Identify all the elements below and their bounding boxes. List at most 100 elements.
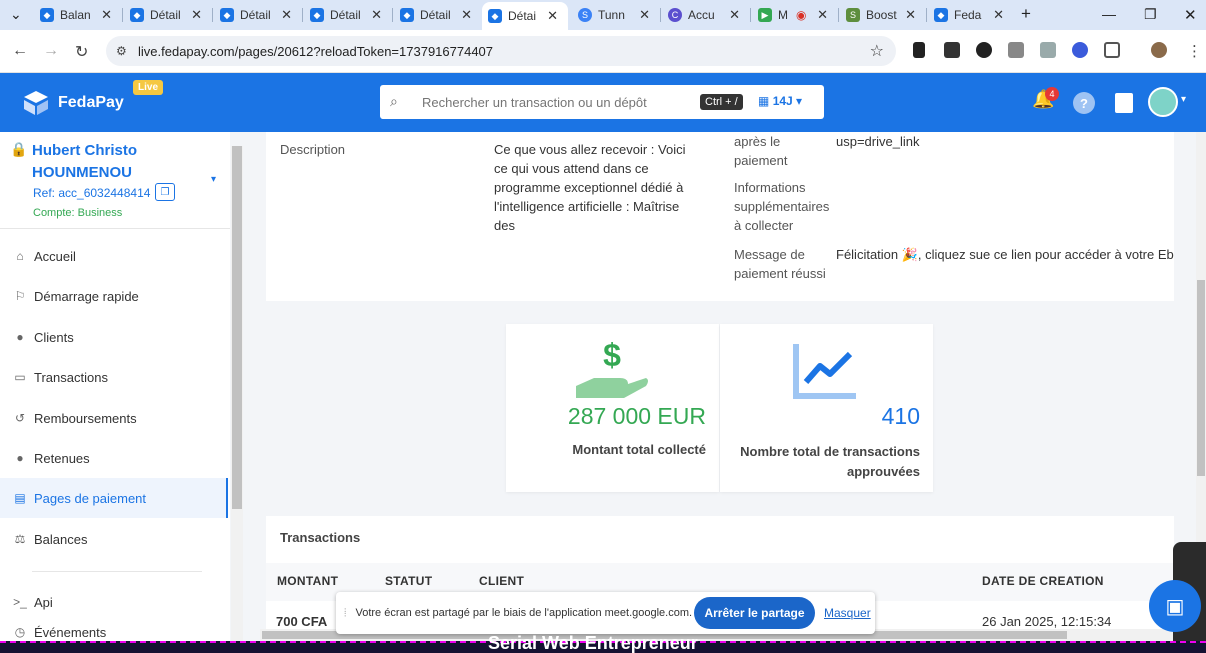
browser-tab[interactable]: ◆ Balan ✕ [34,0,122,30]
camera-extension-icon[interactable] [1008,42,1024,58]
sidebar-item-balances[interactable]: ⚖ Balances [0,519,228,559]
browser-tab[interactable]: ◆ Détail ✕ [304,0,392,30]
terminal-icon: >_ [13,595,27,609]
drag-handle-icon[interactable]: ⦙ [344,607,346,620]
period-selector[interactable]: ▦ 14J ▾ [758,94,802,108]
search-icon: ⌕ [390,93,398,109]
c-extension-icon[interactable] [1072,42,1088,58]
page-scroll-thumb[interactable] [1197,280,1205,476]
close-icon[interactable]: ✕ [281,7,292,23]
copy-icon[interactable]: ❐ [155,183,175,201]
close-icon[interactable]: ✕ [729,7,740,23]
browser-tab[interactable]: ◆ Feda ✕ [928,0,1014,30]
sidebar-item-api[interactable]: >_ Api [0,582,228,622]
sidebar-item-retenues[interactable]: ● Retenues [0,438,228,478]
pen-extension-icon[interactable] [913,42,925,58]
after-payment-label: après le paiement [734,134,788,168]
browser-tab[interactable]: ◆ Détail ✕ [394,0,482,30]
success-message-value: Félicitation 🎉, cliquez sue ce lien pour… [836,247,1174,262]
total-transactions-label: Nombre total de transactions approuvées [740,444,920,479]
browser-tab[interactable]: ▶ M ◉ ✕ [752,0,838,30]
home-icon: ⌂ [16,249,24,263]
money-icon: ▭ [14,370,26,384]
sidebar-item-clients[interactable]: ● Clients [0,317,228,357]
notification-badge: 4 [1045,87,1059,101]
browser-tab[interactable]: S Tunn ✕ [572,0,660,30]
minimize-icon[interactable]: — [1102,6,1116,22]
restore-icon[interactable]: ❐ [1144,6,1157,23]
close-icon[interactable]: ✕ [905,7,916,23]
column-client[interactable]: CLIENT [479,574,524,588]
site-settings-icon[interactable]: ⚙ [116,44,127,58]
column-statut[interactable]: STATUT [385,574,432,588]
sidebar-item-demarrage[interactable]: ⚐ Démarrage rapide [0,276,228,316]
transactions-title: Transactions [280,530,361,545]
sidebar-item-evenements[interactable]: ◷ Événements [0,622,228,642]
browser-tab[interactable]: C Accu ✕ [662,0,750,30]
calendar-icon: ▦ [758,94,770,108]
help-icon[interactable]: ? [1073,92,1095,114]
chevron-down-icon[interactable]: ▾ [211,174,216,185]
browser-tab[interactable]: ◆ Détail ✕ [124,0,212,30]
extra-info-label: Informations supplémentaires à collecter [734,180,830,233]
account-switcher[interactable]: 🔒 Hubert Christo HOUNMENOU Ref: acc_6032… [0,132,230,229]
overlay-banner: Serial Web Entrepreneur [0,633,1206,653]
sidebar-divider [32,571,202,572]
address-bar[interactable]: ⚙ live.fedapay.com/pages/20612?reloadTok… [106,36,896,66]
docs-icon[interactable] [1115,93,1133,113]
search-input[interactable] [422,94,692,110]
sidebar-item-remboursements[interactable]: ↺ Remboursements [0,398,228,438]
tab-search-icon[interactable]: ⌄ [10,6,22,23]
fedapay-icon: ◆ [220,8,234,22]
app-header: FedaPay Live ⌕ Ctrl + / ▦ 14J ▾ 🔔 4 ? ▾ [0,73,1206,132]
refund-icon: ↺ [14,411,26,425]
browser-tab-active[interactable]: ◆ Détai ✕ [482,2,568,30]
fedapay-icon: ◆ [40,8,54,22]
close-icon[interactable]: ✕ [191,7,202,23]
close-icon[interactable]: ✕ [817,7,828,23]
sidebar-item-accueil[interactable]: ⌂ Accueil [0,236,228,276]
fedapay-icon: ◆ [130,8,144,22]
close-icon[interactable]: ✕ [993,7,1004,23]
k-extension-icon[interactable] [976,42,992,58]
user-avatar[interactable] [1148,87,1178,117]
sidebar-item-pages-paiement[interactable]: ▤ Pages de paiement [0,478,228,518]
window-close-icon[interactable]: ✕ [1184,6,1197,24]
sidebar-item-transactions[interactable]: ▭ Transactions [0,357,228,397]
close-icon[interactable]: ✕ [461,7,472,23]
new-tab-icon[interactable]: + [1021,4,1031,24]
extensions-puzzle-icon[interactable] [1104,42,1120,58]
column-date[interactable]: DATE DE CREATION [982,574,1104,588]
profile-avatar[interactable] [1151,42,1167,58]
chat-icon[interactable]: ▣ [1149,580,1201,632]
total-transactions-card: 410 Nombre total de transactions approuv… [720,324,933,492]
browser-tab[interactable]: ◆ Détail ✕ [214,0,302,30]
back-icon[interactable]: ← [12,42,28,60]
close-icon[interactable]: ✕ [371,7,382,23]
forward-icon[interactable]: → [43,42,59,60]
hold-icon: ● [16,451,24,465]
chevron-down-icon[interactable]: ▾ [1181,94,1186,105]
share-message: Votre écran est partagé par le biais de … [355,607,693,619]
stop-sharing-button[interactable]: Arrêter le partage [694,597,815,629]
shopify-icon: S [846,8,860,22]
close-icon[interactable]: ✕ [639,7,650,23]
fedapay-logo[interactable]: FedaPay [22,89,124,117]
f-extension-icon[interactable] [944,42,960,58]
description-value: Ce que vous allez recevoir : Voici ce qu… [494,142,686,233]
live-badge: Live [133,80,164,95]
bookmark-star-icon[interactable]: ☆ [870,41,884,61]
close-icon[interactable]: ✕ [101,7,112,23]
sidebar-scroll-thumb[interactable] [232,146,242,509]
close-icon[interactable]: ✕ [547,8,558,24]
browser-tab[interactable]: S Boost ✕ [840,0,926,30]
search-box[interactable]: ⌕ Ctrl + / ▦ 14J ▾ [380,85,824,119]
hide-share-bar-link[interactable]: Masquer [824,606,871,620]
account-type: Compte: Business [33,207,123,219]
column-montant[interactable]: MONTANT [277,574,338,588]
sidebar-scrollbar[interactable] [231,146,243,641]
menu-kebab-icon[interactable]: ⋮ [1187,42,1202,60]
reload-icon[interactable]: ↻ [75,42,88,62]
lock-icon: 🔒 [10,141,28,157]
code-extension-icon[interactable] [1040,42,1056,58]
